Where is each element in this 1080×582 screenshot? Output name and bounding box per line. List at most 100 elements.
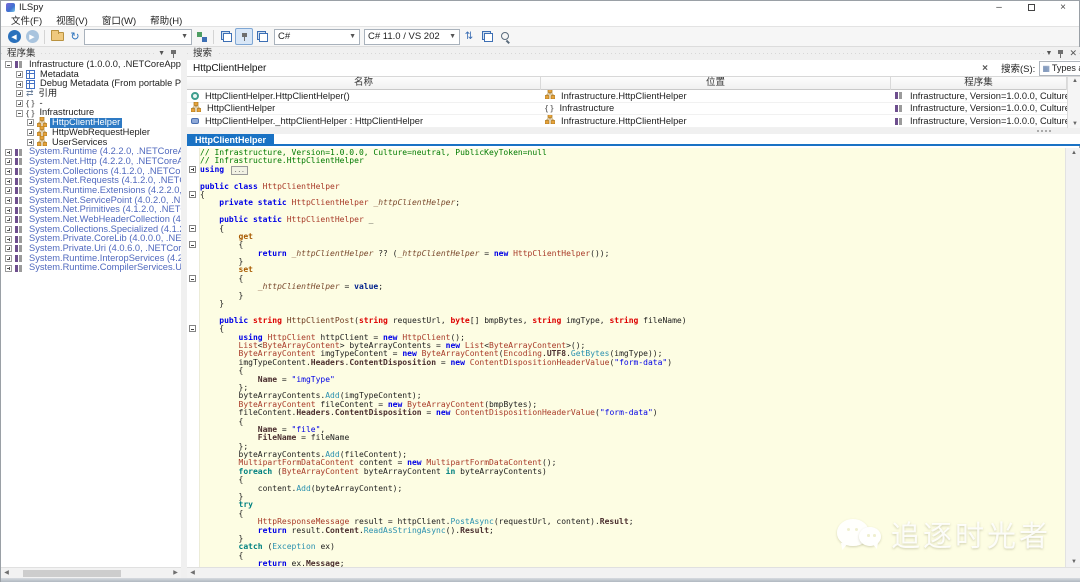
expand-icon[interactable] — [5, 207, 12, 214]
fold-collapse-icon[interactable] — [189, 191, 196, 198]
scroll-down-icon[interactable]: ▼ — [1068, 121, 1080, 127]
tree-horizontal-scrollbar[interactable]: ◀ ▶ — [1, 567, 181, 578]
tree-item[interactable]: Debug Metadata (From portable PDB) — [1, 79, 181, 89]
code-token: ?? ( — [373, 249, 397, 258]
code-horizontal-scrollbar[interactable]: ◀ — [187, 567, 1080, 578]
tree-item-label: System.Runtime.CompilerServices.Unsafe (… — [27, 263, 181, 273]
toolbar: ◀ ▶ ↻ ▼ C# ▼ C# 11.0 / VS 202 ▼ ⇅ — [1, 26, 1079, 47]
fold-collapse-icon[interactable] — [189, 225, 196, 232]
search-icon — [500, 31, 511, 42]
collapse-icon[interactable] — [16, 110, 23, 117]
expand-icon[interactable] — [5, 255, 12, 262]
result-assembly-cell: Infrastructure, Version=1.0.0.0, Culture… — [891, 90, 1067, 102]
assembly-filter-combo[interactable]: ▼ — [84, 29, 192, 45]
expand-icon[interactable] — [5, 265, 12, 272]
expand-icon[interactable] — [16, 90, 23, 97]
expand-icon[interactable] — [16, 71, 23, 78]
search-panel-header: 搜索 ▼ ✕ — [187, 47, 1080, 60]
result-location: Infrastructure.HttpClientHelper — [561, 90, 687, 102]
restore-button[interactable] — [1015, 1, 1047, 14]
language-combo[interactable]: C# ▼ — [274, 29, 360, 45]
code-line: set — [200, 266, 1065, 274]
code-token: _httpClientHelper — [373, 198, 455, 207]
refresh-button[interactable]: ↻ — [66, 28, 84, 45]
result-row[interactable]: HttpClientHelper{ }InfrastructureInfrast… — [187, 103, 1067, 116]
forward-button[interactable]: ▶ — [23, 28, 41, 45]
tree-item[interactable]: Infrastructure (1.0.0.0, .NETCoreApp, v3… — [1, 60, 181, 70]
expand-icon[interactable] — [5, 187, 12, 194]
code-token — [200, 198, 219, 207]
result-row[interactable]: HttpClientHelper._httpClientHelper : Htt… — [187, 115, 1067, 128]
expand-icon[interactable] — [5, 216, 12, 223]
collapse-icon[interactable] — [5, 61, 12, 68]
code-area: // Infrastructure, Version=1.0.0.0, Cult… — [187, 148, 1065, 567]
code-tab[interactable]: HttpClientHelper — [187, 134, 274, 146]
search-button[interactable] — [496, 28, 514, 45]
expand-icon[interactable] — [5, 168, 12, 175]
clear-search-icon[interactable]: × — [977, 63, 993, 74]
pin-pane-toggle[interactable] — [235, 28, 253, 45]
expand-icon[interactable] — [5, 178, 12, 185]
expand-icon[interactable] — [5, 236, 12, 243]
expand-icon[interactable] — [5, 197, 12, 204]
column-header-assembly[interactable]: 程序集 — [891, 77, 1067, 90]
pin-icon[interactable] — [1057, 49, 1064, 59]
code-token: Content — [325, 526, 359, 535]
result-row[interactable]: HttpClientHelper.HttpClientHelper()Infra… — [187, 90, 1067, 103]
search-label: 搜索(S): — [993, 61, 1039, 75]
properties-button[interactable] — [478, 28, 496, 45]
code-token: byteArrayContent — [364, 467, 446, 476]
scroll-up-icon[interactable]: ▲ — [1066, 150, 1080, 156]
fold-expand-icon[interactable] — [189, 166, 196, 173]
expand-icon[interactable] — [27, 129, 34, 136]
expand-icon[interactable] — [27, 139, 34, 146]
scrollbar-thumb[interactable] — [23, 570, 121, 577]
code-token: return — [258, 249, 292, 258]
pin-icon[interactable] — [170, 49, 177, 59]
expand-icon[interactable] — [27, 119, 34, 126]
close-icon[interactable]: ✕ — [1069, 48, 1077, 59]
code-token: new — [494, 249, 513, 258]
close-button[interactable]: × — [1047, 1, 1079, 14]
chevron-down-icon[interactable]: ▼ — [158, 50, 165, 57]
menu-item[interactable]: 视图(V) — [49, 13, 95, 27]
sort-button[interactable]: ⇅ — [460, 28, 478, 45]
open-file-button[interactable] — [48, 28, 66, 45]
column-header-name[interactable]: 名称 — [187, 77, 541, 90]
chevron-down-icon[interactable]: ▼ — [1046, 50, 1053, 57]
menu-item[interactable]: 文件(F) — [4, 13, 49, 27]
fold-collapse-icon[interactable] — [189, 241, 196, 248]
result-name-cell: HttpClientHelper — [187, 102, 541, 115]
compare-button[interactable] — [253, 28, 271, 45]
expand-icon[interactable] — [5, 226, 12, 233]
back-button[interactable]: ◀ — [5, 28, 23, 45]
fold-collapse-icon[interactable] — [189, 275, 196, 282]
namespaces-toggle-button[interactable] — [192, 28, 210, 45]
results-vertical-scrollbar[interactable]: ▲ ▼ — [1067, 77, 1080, 128]
expand-icon[interactable] — [16, 81, 23, 88]
expand-icon[interactable] — [5, 158, 12, 165]
search-input[interactable]: HttpClientHelper — [187, 60, 977, 77]
code-line: // Infrastructure.HttpClientHelper — [200, 157, 1065, 165]
assembly-icon — [895, 104, 904, 113]
code-token: ; — [455, 198, 460, 207]
language-version-combo[interactable]: C# 11.0 / VS 202 ▼ — [364, 29, 460, 45]
search-mode-combo[interactable]: ▦ Types an ▼ — [1039, 61, 1080, 76]
scroll-down-icon[interactable]: ▼ — [1066, 559, 1080, 565]
expand-icon[interactable] — [5, 245, 12, 252]
new-window-button[interactable] — [217, 28, 235, 45]
code-line: return result.Content.ReadAsStringAsync(… — [200, 527, 1065, 535]
fold-collapse-icon[interactable] — [189, 325, 196, 332]
scroll-up-icon[interactable]: ▲ — [1068, 78, 1080, 84]
column-header-location[interactable]: 位置 — [541, 77, 891, 90]
class-icon — [191, 102, 201, 115]
minimize-button[interactable]: – — [983, 1, 1015, 14]
menu-item[interactable]: 帮助(H) — [143, 13, 189, 27]
expand-icon[interactable] — [16, 100, 23, 107]
result-assembly: Infrastructure, Version=1.0.0.0, Culture… — [910, 115, 1067, 128]
expand-icon[interactable] — [5, 149, 12, 156]
tree-item[interactable]: ⇄引用 — [1, 89, 181, 99]
code-vertical-scrollbar[interactable]: ▲ ▼ — [1065, 148, 1080, 567]
tree-item[interactable]: System.Runtime.CompilerServices.Unsafe (… — [1, 263, 181, 273]
menu-item[interactable]: 窗口(W) — [95, 13, 143, 27]
